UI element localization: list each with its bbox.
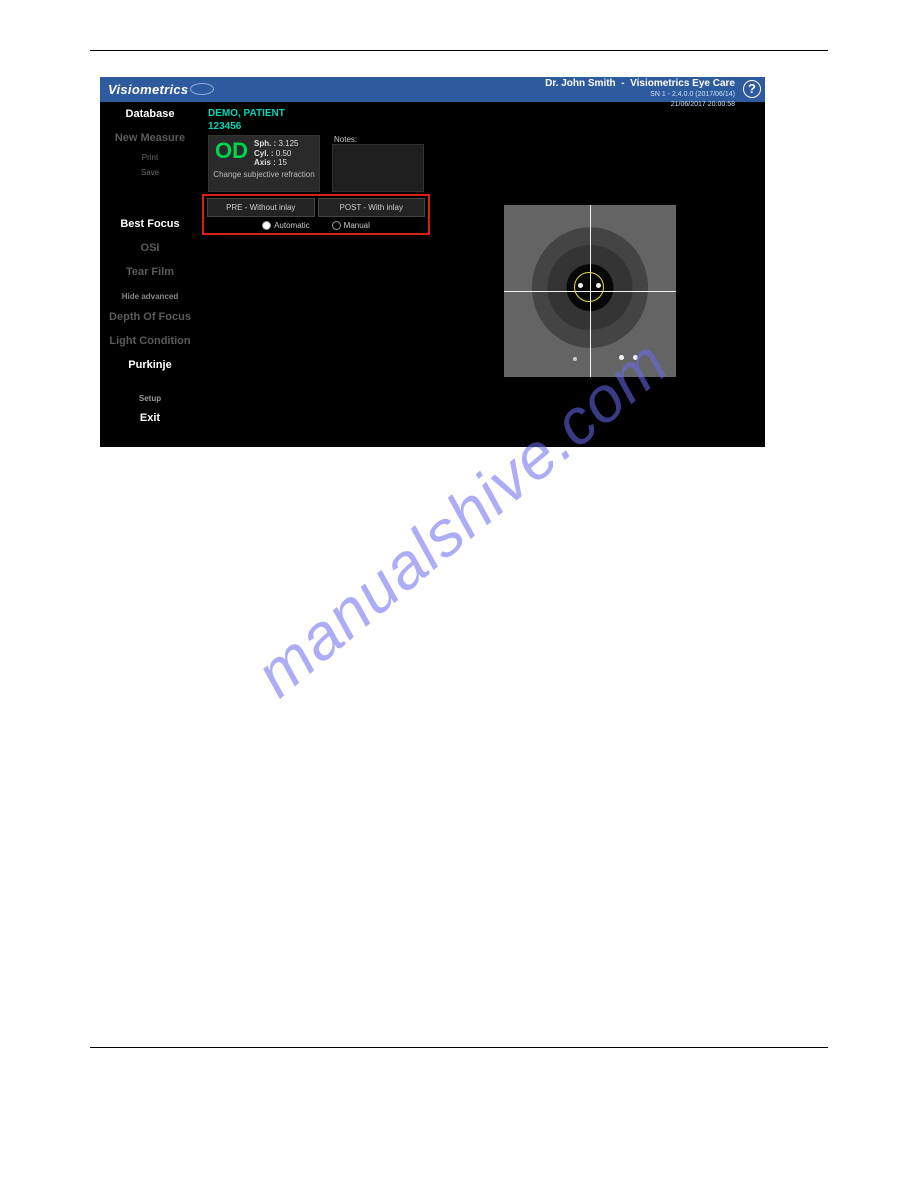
spacer <box>100 180 200 212</box>
radio-manual-label: Manual <box>344 221 370 230</box>
menu-hide-advanced[interactable]: Hide advanced <box>100 284 200 305</box>
patient-name-block: DEMO, PATIENT 123456 <box>208 108 285 133</box>
menu-best-focus[interactable]: Best Focus <box>100 212 200 236</box>
refraction-box[interactable]: OD Sph. : 3.125 Cyl. : 0.50 Axis : 15 Ch… <box>208 135 320 192</box>
patient-id: 123456 <box>208 121 241 132</box>
menu-depth-of-focus[interactable]: Depth Of Focus <box>100 305 200 329</box>
eye-image-viewport[interactable] <box>504 205 676 377</box>
menu-setup[interactable]: Setup <box>100 391 200 406</box>
inlay-options-frame: PRE - Without inlay POST - With inlay Au… <box>202 194 430 235</box>
tab-pre-without-inlay[interactable]: PRE - Without inlay <box>207 198 315 217</box>
notes-section: Notes: <box>326 135 424 192</box>
purkinje-reflection <box>573 357 577 361</box>
menu-save[interactable]: Save <box>100 165 200 180</box>
axis-label: Axis : <box>254 158 276 167</box>
menu-print[interactable]: Print <box>100 150 200 165</box>
menu-exit[interactable]: Exit <box>100 406 200 430</box>
purkinje-reflection <box>578 283 583 288</box>
tab-post-with-inlay[interactable]: POST - With inlay <box>318 198 426 217</box>
radio-manual[interactable]: Manual <box>332 221 370 230</box>
menu-osi[interactable]: OSI <box>100 236 200 260</box>
menu-new-measure[interactable]: New Measure <box>100 126 200 150</box>
mode-radio-row: Automatic Manual <box>207 217 425 230</box>
brand-text: Visiometrics <box>108 82 188 97</box>
sidebar: Database New Measure Print Save Best Foc… <box>100 102 200 430</box>
cyl-label: Cyl. : <box>254 149 274 158</box>
purkinje-reflection <box>633 355 638 360</box>
refraction-values: Sph. : 3.125 Cyl. : 0.50 Axis : 15 <box>254 136 298 168</box>
sph-label: Sph. : <box>254 139 276 148</box>
doctor-name: Dr. John Smith <box>545 78 616 89</box>
menu-database[interactable]: Database <box>100 102 200 126</box>
content-area: DEMO, PATIENT 123456 OD Sph. : 3.125 Cyl… <box>200 102 765 235</box>
version-text: SN 1 - 2.4.0.0 (2017/06/14) <box>650 91 735 98</box>
radio-automatic-label: Automatic <box>274 221 310 230</box>
eye-indicator: OD <box>209 136 254 168</box>
radio-dot-icon <box>332 221 341 230</box>
axis-value: 15 <box>278 158 287 167</box>
patient-name: DEMO, PATIENT <box>208 108 285 119</box>
brand-logo: Visiometrics <box>108 82 214 97</box>
menu-tear-film[interactable]: Tear Film <box>100 260 200 284</box>
refraction-row: OD Sph. : 3.125 Cyl. : 0.50 Axis : 15 Ch… <box>208 135 765 192</box>
help-icon[interactable]: ? <box>743 80 761 98</box>
title-bar: Visiometrics Dr. John Smith - Visiometri… <box>100 77 765 102</box>
clinic-name: Visiometrics Eye Care <box>630 78 735 89</box>
bottom-rule <box>90 1047 828 1048</box>
menu-light-condition[interactable]: Light Condition <box>100 329 200 353</box>
sph-value: 3.125 <box>278 139 298 148</box>
notes-label: Notes: <box>334 135 424 144</box>
radio-dot-icon <box>262 221 271 230</box>
cyl-value: 0.50 <box>276 149 292 158</box>
change-refraction-link[interactable]: Change subjective refraction <box>209 168 319 182</box>
notes-input[interactable] <box>332 144 424 192</box>
inlay-tabs: PRE - Without inlay POST - With inlay <box>207 198 425 217</box>
purkinje-reflection <box>619 355 624 360</box>
menu-purkinje[interactable]: Purkinje <box>100 353 200 377</box>
radio-automatic[interactable]: Automatic <box>262 221 310 230</box>
patient-header: DEMO, PATIENT 123456 <box>200 102 765 135</box>
purkinje-reflection <box>596 283 601 288</box>
spacer <box>100 377 200 391</box>
brand-swirl-icon <box>190 83 214 95</box>
application-window: Visiometrics Dr. John Smith - Visiometri… <box>100 77 765 447</box>
